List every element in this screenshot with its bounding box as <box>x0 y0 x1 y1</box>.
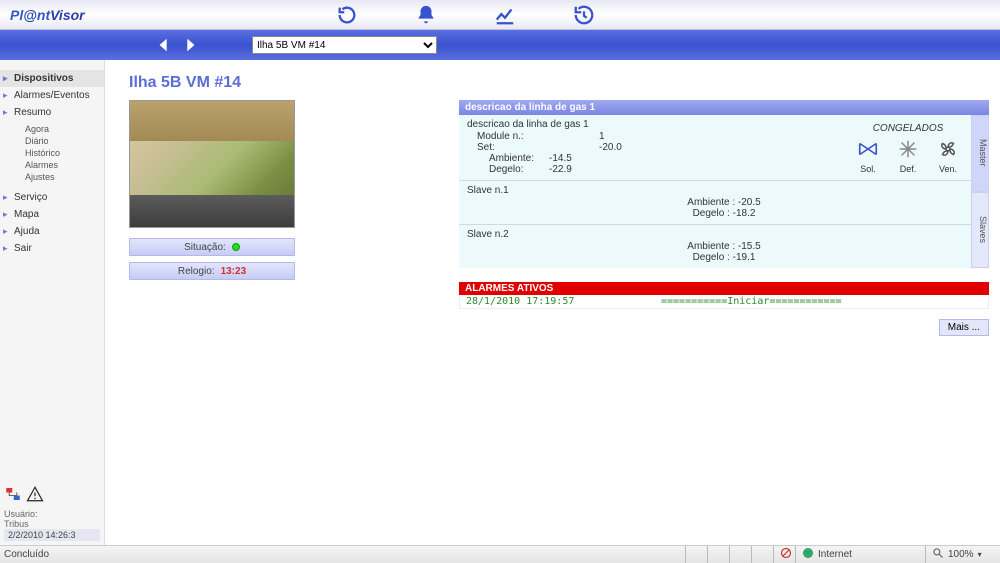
fan-icon <box>937 138 959 162</box>
sidebar: Dispositivos Alarmes/Eventos Resumo Agor… <box>0 60 105 545</box>
module-label: Module n.: <box>459 131 599 142</box>
zoom-dropdown-icon[interactable]: ▾ <box>978 550 982 559</box>
alarm-row: 28/1/2010 17:19:57 ===========Iniciar===… <box>459 295 989 309</box>
sidebar-sub-agora[interactable]: Agora <box>25 123 104 135</box>
top-toolbar: Pl@ntVisor <box>0 0 1000 30</box>
deg-label: Degelo: <box>459 164 549 175</box>
tab-slaves[interactable]: Slaves <box>971 192 989 269</box>
amb-label: Ambiente: <box>459 153 549 164</box>
status-label: Situação: <box>184 242 226 253</box>
sidebar-sub-ajustes[interactable]: Ajustes <box>25 171 104 183</box>
warning-icon <box>26 485 44 505</box>
user-name: Tribus <box>4 519 100 529</box>
alarm-msg: ===========Iniciar============ <box>661 296 842 307</box>
slave1-name: Slave n.1 <box>459 184 989 197</box>
panel-body: Master Slaves descricao da linha de gas … <box>459 115 989 268</box>
set-value: -20.0 <box>599 142 679 153</box>
sidebar-item-resumo[interactable]: Resumo <box>0 104 104 121</box>
ven-label: Ven. <box>939 164 957 174</box>
user-label: Usuário: <box>4 509 100 519</box>
sidebar-item-mapa[interactable]: Mapa <box>0 206 104 223</box>
module-value: 1 <box>599 131 679 142</box>
app-logo: Pl@ntVisor <box>10 7 85 23</box>
sol-label: Sol. <box>860 164 876 174</box>
slave1-amb-label: Ambiente : <box>687 197 735 208</box>
prev-device-button[interactable] <box>155 36 173 54</box>
status-bar: Situação: <box>129 238 295 256</box>
sidebar-timestamp: 2/2/2010 14:26:3 <box>4 529 100 541</box>
sidebar-item-alarmes[interactable]: Alarmes/Eventos <box>0 87 104 104</box>
slave2-amb-label: Ambiente : <box>687 241 735 252</box>
zoom-icon <box>932 547 944 562</box>
solenoid-icon <box>857 138 879 162</box>
slave2-amb-value: -15.5 <box>738 241 761 252</box>
slave2-deg-value: -19.1 <box>733 252 756 263</box>
slave2-name: Slave n.2 <box>459 228 989 241</box>
slave1-amb-value: -20.5 <box>738 197 761 208</box>
device-photo <box>129 100 295 228</box>
trend-icon[interactable] <box>493 3 517 27</box>
defrost-icon <box>897 138 919 162</box>
nav-ribbon: Ilha 5B VM #14 <box>0 30 1000 60</box>
sidebar-sub-diario[interactable]: Diário <box>25 135 104 147</box>
network-icon <box>4 485 22 505</box>
deg-value: -22.9 <box>549 164 629 175</box>
clock-value: 13:23 <box>221 266 247 277</box>
clock-bar: Relogio: 13:23 <box>129 262 295 280</box>
alarm-ts: 28/1/2010 17:19:57 <box>466 296 661 307</box>
alarm-bell-icon[interactable] <box>414 3 438 27</box>
slave2-deg-label: Degelo : <box>693 252 730 263</box>
tab-master[interactable]: Master <box>971 115 989 192</box>
sidebar-item-ajuda[interactable]: Ajuda <box>0 223 104 240</box>
globe-icon <box>802 547 814 562</box>
sidebar-item-sair[interactable]: Sair <box>0 240 104 257</box>
sidebar-item-dispositivos[interactable]: Dispositivos <box>0 70 104 87</box>
history-icon[interactable] <box>572 3 596 27</box>
zoom-value: 100% <box>948 549 974 560</box>
congelados-label: CONGELADOS <box>857 123 959 134</box>
sidebar-sub-historico[interactable]: Histórico <box>25 147 104 159</box>
alarms-header: ALARMES ATIVOS <box>459 282 989 295</box>
browser-statusbar: Concluído Internet 100% ▾ <box>0 545 1000 563</box>
more-button[interactable]: Mais ... <box>939 319 989 336</box>
blocked-icon <box>780 547 792 562</box>
sidebar-sub-alarmes[interactable]: Alarmes <box>25 159 104 171</box>
amb-value: -14.5 <box>549 153 629 164</box>
zone-label: Internet <box>818 549 852 560</box>
status-done-label: Concluído <box>0 549 49 560</box>
next-device-button[interactable] <box>181 36 199 54</box>
refresh-icon[interactable] <box>335 3 359 27</box>
sidebar-item-servico[interactable]: Serviço <box>0 189 104 206</box>
page-title: Ilha 5B VM #14 <box>129 74 984 92</box>
status-ok-icon <box>232 243 240 251</box>
slave1-deg-label: Degelo : <box>693 208 730 219</box>
device-select[interactable]: Ilha 5B VM #14 <box>252 36 437 54</box>
def-label: Def. <box>900 164 917 174</box>
panel-header: descricao da linha de gas 1 <box>459 100 989 115</box>
set-label: Set: <box>459 142 599 153</box>
clock-label: Relogio: <box>178 266 215 277</box>
main-content: Ilha 5B VM #14 Situação: Relogio: 13:23 … <box>105 60 1000 545</box>
slave1-deg-value: -18.2 <box>733 208 756 219</box>
